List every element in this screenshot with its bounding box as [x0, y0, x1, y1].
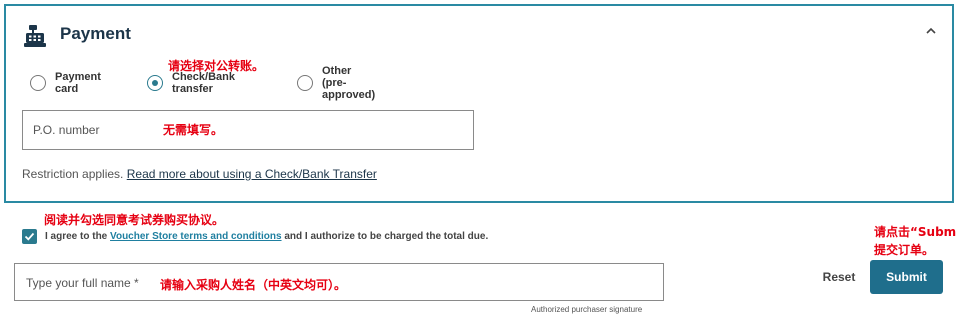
full-name-placeholder: Type your full name *	[26, 276, 139, 290]
agreement-text: I agree to the Voucher Store terms and c…	[45, 231, 488, 242]
radio-option-other[interactable]: Other (pre-approved)	[297, 65, 375, 101]
restriction-note: Restriction applies. Read more about usi…	[22, 167, 377, 181]
restriction-link[interactable]: Read more about using a Check/Bank Trans…	[127, 167, 377, 181]
agree-checkbox[interactable]	[22, 229, 37, 244]
radio-option-check-bank-transfer[interactable]: Check/Bank transfer	[147, 71, 235, 95]
radio-check-bank-transfer[interactable]	[147, 75, 163, 91]
annotation-read-agree: 阅读并勾选同意考试券购买协议。	[44, 213, 225, 227]
po-number-placeholder: P.O. number	[33, 123, 100, 137]
radio-option-payment-card[interactable]: Payment card	[30, 71, 101, 95]
cash-register-icon	[23, 24, 47, 48]
payment-title: Payment	[60, 24, 131, 43]
submit-button[interactable]: Submit	[870, 260, 943, 294]
radio-other[interactable]	[297, 75, 313, 91]
annotation-no-need-fill: 无需填写。	[163, 123, 224, 137]
agreement-suffix: and I authorize to be charged the total …	[284, 231, 489, 242]
radio-label-other: Other (pre-approved)	[322, 65, 376, 101]
restriction-text: Restriction applies.	[22, 167, 124, 181]
annotation-enter-name: 请输入采购人姓名（中英文均可）。	[160, 278, 347, 292]
po-number-input[interactable]: P.O. number 无需填写。	[22, 110, 474, 150]
full-name-input[interactable]: Type your full name * 请输入采购人姓名（中英文均可）。	[14, 263, 664, 301]
terms-link[interactable]: Voucher Store terms and conditions	[110, 231, 282, 242]
annotation-click-submit-2: 提交订单。	[874, 243, 935, 257]
signature-caption: Authorized purchaser signature	[531, 305, 643, 314]
check-icon	[24, 232, 35, 241]
payment-panel: Payment 请选择对公转账。 Payment card Check/Bank…	[4, 4, 954, 203]
radio-label-check-bank-transfer: Check/Bank transfer	[172, 71, 235, 95]
radio-label-payment-card: Payment card	[55, 71, 101, 95]
annotation-click-submit-1: 请点击“Submit”	[874, 225, 957, 239]
chevron-up-icon[interactable]	[924, 24, 938, 38]
reset-button[interactable]: Reset	[815, 268, 863, 286]
agreement-prefix: I agree to the	[45, 231, 108, 242]
radio-payment-card[interactable]	[30, 75, 46, 91]
